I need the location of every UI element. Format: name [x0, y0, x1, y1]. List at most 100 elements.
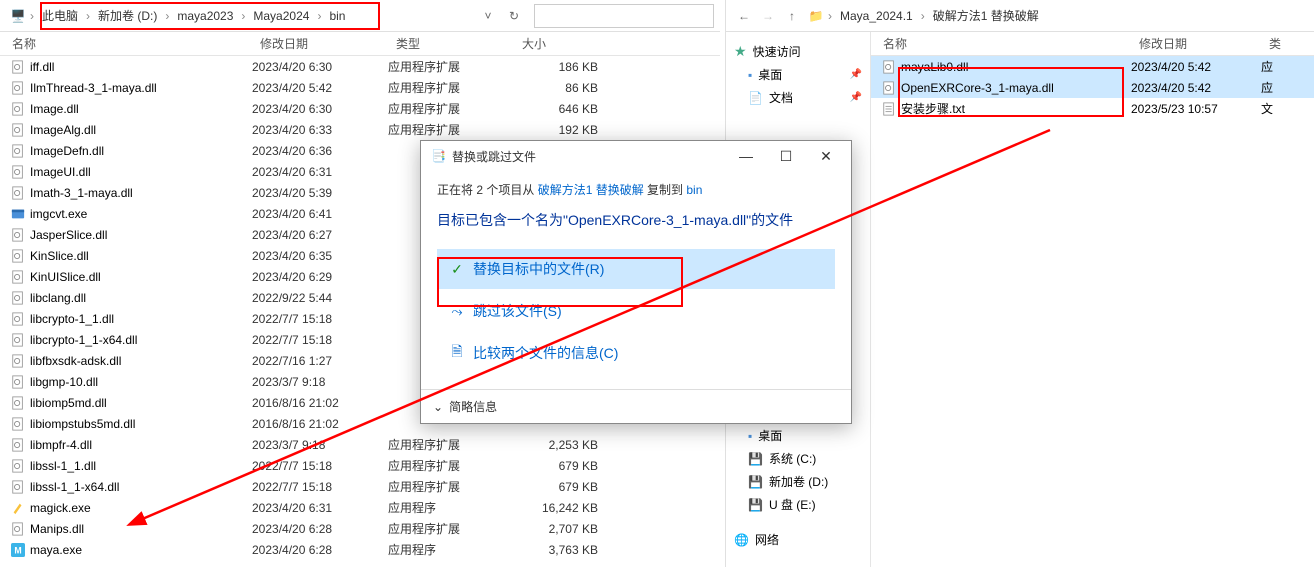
col-header-date[interactable]: 修改日期: [1131, 35, 1261, 52]
skip-option[interactable]: ⤳ 跳过该文件(S): [437, 291, 835, 331]
forward-button[interactable]: →: [756, 4, 780, 28]
file-name: libclang.dll: [10, 290, 252, 306]
file-name: libiompstubs5md.dll: [10, 416, 252, 432]
maximize-button[interactable]: ☐: [771, 144, 801, 168]
file-date: 2023/4/20 6:35: [252, 249, 388, 263]
file-icon: [10, 80, 26, 96]
file-name: libmpfr-4.dll: [10, 437, 252, 453]
file-name: iff.dll: [10, 59, 252, 75]
network-icon: 🌐: [734, 533, 749, 547]
search-input[interactable]: [534, 4, 714, 28]
bc-item[interactable]: 此电脑: [36, 7, 84, 24]
bc-item[interactable]: 破解方法1 替换破解: [927, 7, 1045, 24]
file-name: 安装步骤.txt: [881, 100, 1131, 117]
file-date: 2023/5/23 10:57: [1131, 102, 1261, 116]
file-size: 86 KB: [514, 81, 604, 95]
file-row[interactable]: Image.dll2023/4/20 6:30应用程序扩展646 KB: [0, 98, 720, 119]
right-breadcrumb[interactable]: 📁 › Maya_2024.1 › 破解方法1 替换破解: [804, 3, 1308, 29]
replace-option[interactable]: ✓ 替换目标中的文件(R): [437, 249, 835, 289]
col-header-type[interactable]: 类: [1261, 35, 1301, 52]
back-button[interactable]: ←: [732, 4, 756, 28]
bc-item[interactable]: bin: [323, 9, 351, 23]
file-row[interactable]: Mmaya.exe2023/4/20 6:28应用程序3,763 KB: [0, 539, 720, 560]
file-icon: [10, 101, 26, 117]
tree-item-docs[interactable]: 📄 文档 📌: [730, 86, 866, 109]
compare-option[interactable]: 🗎 比较两个文件的信息(C): [437, 333, 835, 373]
file-row[interactable]: libmpfr-4.dll2023/3/7 9:18应用程序扩展2,253 KB: [0, 434, 720, 455]
dialog-title: 替换或跳过文件: [452, 148, 536, 165]
minimize-button[interactable]: —: [731, 144, 761, 168]
file-size: 679 KB: [514, 480, 604, 494]
col-header-name[interactable]: 名称: [875, 35, 1131, 52]
file-row[interactable]: libssl-1_1-x64.dll2022/7/7 15:18应用程序扩展67…: [0, 476, 720, 497]
file-icon: [10, 458, 26, 474]
file-row[interactable]: IlmThread-3_1-maya.dll2023/4/20 5:42应用程序…: [0, 77, 720, 98]
file-type: 应用程序扩展: [388, 457, 514, 474]
file-icon: [10, 248, 26, 264]
dialog-titlebar[interactable]: 📑 替换或跳过文件 — ☐ ✕: [421, 141, 851, 171]
dialog-footer: ⌄ 简略信息: [421, 389, 851, 423]
bc-item[interactable]: 新加卷 (D:): [92, 7, 163, 24]
file-row[interactable]: iff.dll2023/4/20 6:30应用程序扩展186 KB: [0, 56, 720, 77]
file-row[interactable]: libssl-1_1.dll2022/7/7 15:18应用程序扩展679 KB: [0, 455, 720, 476]
tree-item-drive-c[interactable]: 💾 系统 (C:): [730, 447, 866, 470]
col-header-name[interactable]: 名称: [4, 35, 252, 52]
refresh-button[interactable]: ↻: [502, 4, 526, 28]
col-header-size[interactable]: 大小: [514, 35, 604, 52]
chevron-right-icon: ›: [239, 9, 247, 23]
tree-item-drive-e[interactable]: 💾 U 盘 (E:): [730, 493, 866, 516]
file-name: libiomp5md.dll: [10, 395, 252, 411]
file-type: 应用程序: [388, 499, 514, 516]
close-button[interactable]: ✕: [811, 144, 841, 168]
file-row[interactable]: Manips.dll2023/4/20 6:28应用程序扩展2,707 KB: [0, 518, 720, 539]
file-row[interactable]: 安装步骤.txt2023/5/23 10:57文: [871, 98, 1314, 119]
tree-item-drive-d[interactable]: 💾 新加卷 (D:): [730, 470, 866, 493]
file-name: Manips.dll: [10, 521, 252, 537]
file-row[interactable]: OpenEXRCore-3_1-maya.dll2023/4/20 5:42应: [871, 77, 1314, 98]
file-icon: [10, 374, 26, 390]
bc-item[interactable]: Maya_2024.1: [834, 9, 919, 23]
file-date: 2023/4/20 5:42: [1131, 60, 1261, 74]
file-type: 应用程序扩展: [388, 79, 514, 96]
file-type: 文: [1261, 100, 1301, 117]
tree-item-desktop[interactable]: ▪ 桌面: [730, 424, 866, 447]
file-date: 2023/4/20 5:42: [1131, 81, 1261, 95]
file-date: 2023/4/20 6:28: [252, 543, 388, 557]
file-name: mayaLib0.dll: [881, 59, 1131, 75]
right-file-list[interactable]: mayaLib0.dll2023/4/20 5:42应OpenEXRCore-3…: [871, 56, 1314, 119]
file-name: libgmp-10.dll: [10, 374, 252, 390]
tree-network[interactable]: 🌐 网络: [730, 528, 866, 551]
file-row[interactable]: mayaLib0.dll2023/4/20 5:42应: [871, 56, 1314, 77]
tree-item-desktop[interactable]: ▪ 桌面 📌: [730, 63, 866, 86]
file-icon: [10, 479, 26, 495]
bc-item[interactable]: Maya2024: [247, 9, 315, 23]
chevron-right-icon: ›: [919, 9, 927, 23]
document-icon: 📄: [748, 91, 763, 105]
bc-item[interactable]: maya2023: [171, 9, 239, 23]
file-date: 2022/7/7 15:18: [252, 333, 388, 347]
file-type: 应用程序扩展: [388, 58, 514, 75]
file-type: 应用程序扩展: [388, 436, 514, 453]
file-row[interactable]: ImageAlg.dll2023/4/20 6:33应用程序扩展192 KB: [0, 119, 720, 140]
file-name: imgcvt.exe: [10, 206, 252, 222]
bc-dropdown-button[interactable]: ˅: [476, 4, 500, 28]
details-toggle[interactable]: ⌄ 简略信息: [433, 398, 839, 415]
up-button[interactable]: ↑: [780, 4, 804, 28]
file-date: 2023/4/20 6:31: [252, 165, 388, 179]
file-type: 应用程序扩展: [388, 520, 514, 537]
file-icon: [10, 332, 26, 348]
tree-quick-access[interactable]: ★ 快速访问: [730, 40, 866, 63]
chevron-right-icon: ›: [28, 9, 36, 23]
file-name: ImageAlg.dll: [10, 122, 252, 138]
file-icon: M: [10, 542, 26, 558]
col-header-type[interactable]: 类型: [388, 35, 514, 52]
file-icon: [10, 59, 26, 75]
col-header-date[interactable]: 修改日期: [252, 35, 388, 52]
file-date: 2023/4/20 6:30: [252, 102, 388, 116]
dialog-dest-link[interactable]: bin: [686, 183, 702, 197]
file-row[interactable]: magick.exe2023/4/20 6:31应用程序16,242 KB: [0, 497, 720, 518]
file-date: 2023/4/20 5:42: [252, 81, 388, 95]
drive-icon: 💾: [748, 452, 763, 466]
dialog-source-link[interactable]: 破解方法1 替换破解: [538, 183, 644, 197]
left-breadcrumb[interactable]: 🖥️ › 此电脑 › 新加卷 (D:) › maya2023 › Maya202…: [6, 3, 526, 29]
